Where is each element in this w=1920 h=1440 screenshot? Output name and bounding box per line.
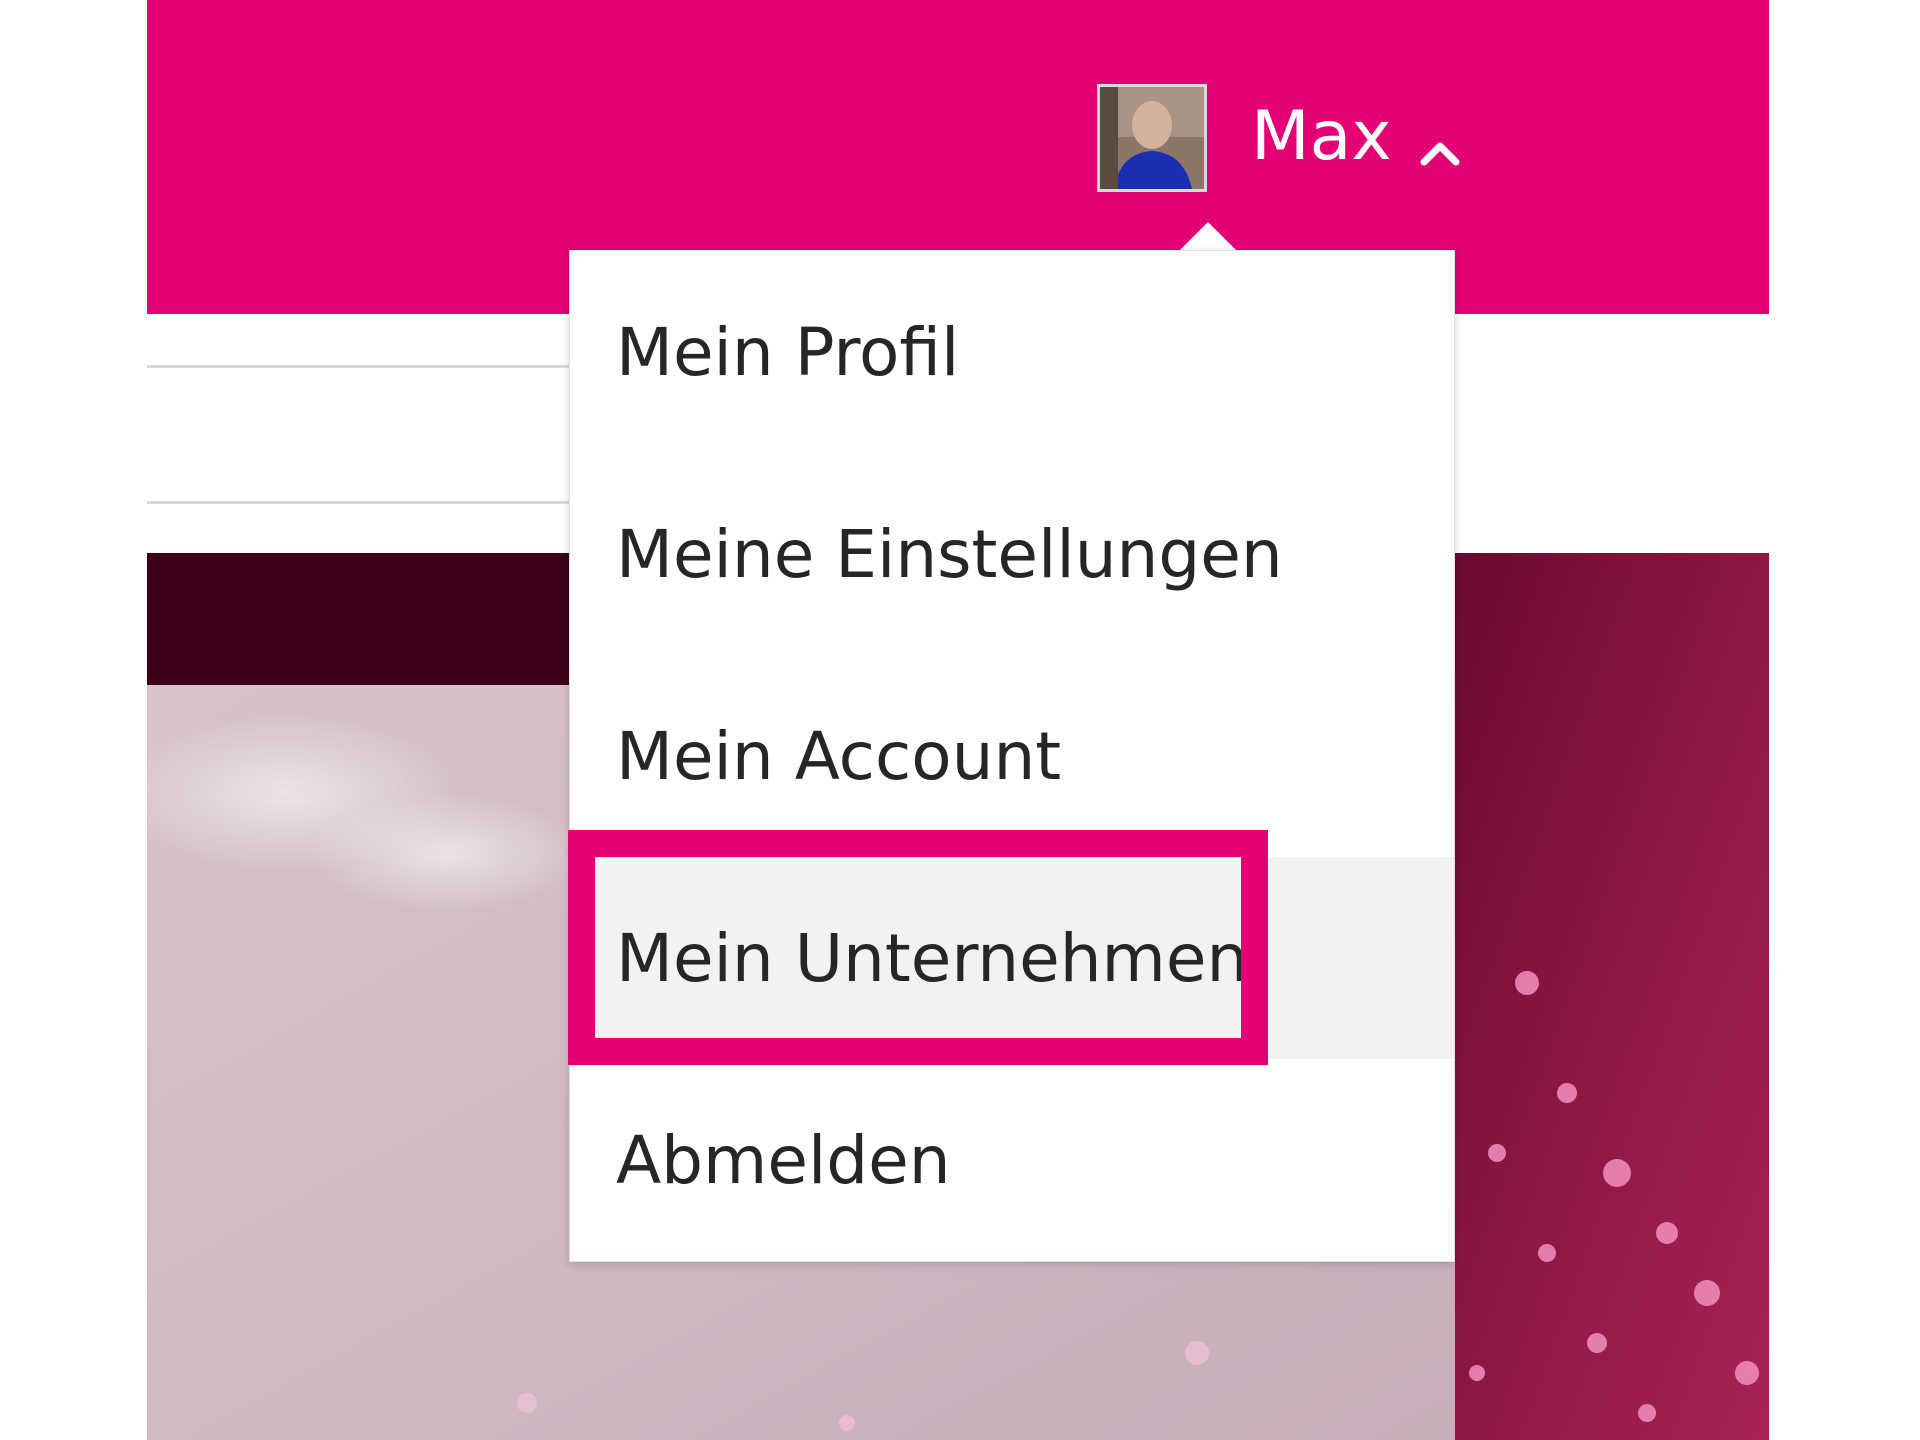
- chevron-up-icon[interactable]: [1416, 134, 1464, 170]
- menu-item-meine-einstellungen[interactable]: Meine Einstellungen: [570, 453, 1454, 655]
- page: Max Mein Profil Meine Einstellungen Mein…: [0, 0, 1920, 1440]
- divider-line: [147, 365, 569, 368]
- menu-item-abmelden[interactable]: Abmelden: [570, 1059, 1454, 1261]
- avatar-photo-icon: [1100, 87, 1204, 189]
- user-menu-dropdown: Mein Profil Meine Einstellungen Mein Acc…: [569, 250, 1455, 1262]
- menu-item-mein-profil[interactable]: Mein Profil: [570, 251, 1454, 453]
- menu-item-mein-unternehmen[interactable]: Mein Unternehmen: [570, 857, 1454, 1059]
- dropdown-caret: [1178, 222, 1238, 252]
- menu-item-mein-account[interactable]: Mein Account: [570, 655, 1454, 857]
- user-avatar[interactable]: [1097, 84, 1207, 192]
- divider-line: [147, 501, 569, 504]
- user-name-label[interactable]: Max: [1251, 92, 1392, 182]
